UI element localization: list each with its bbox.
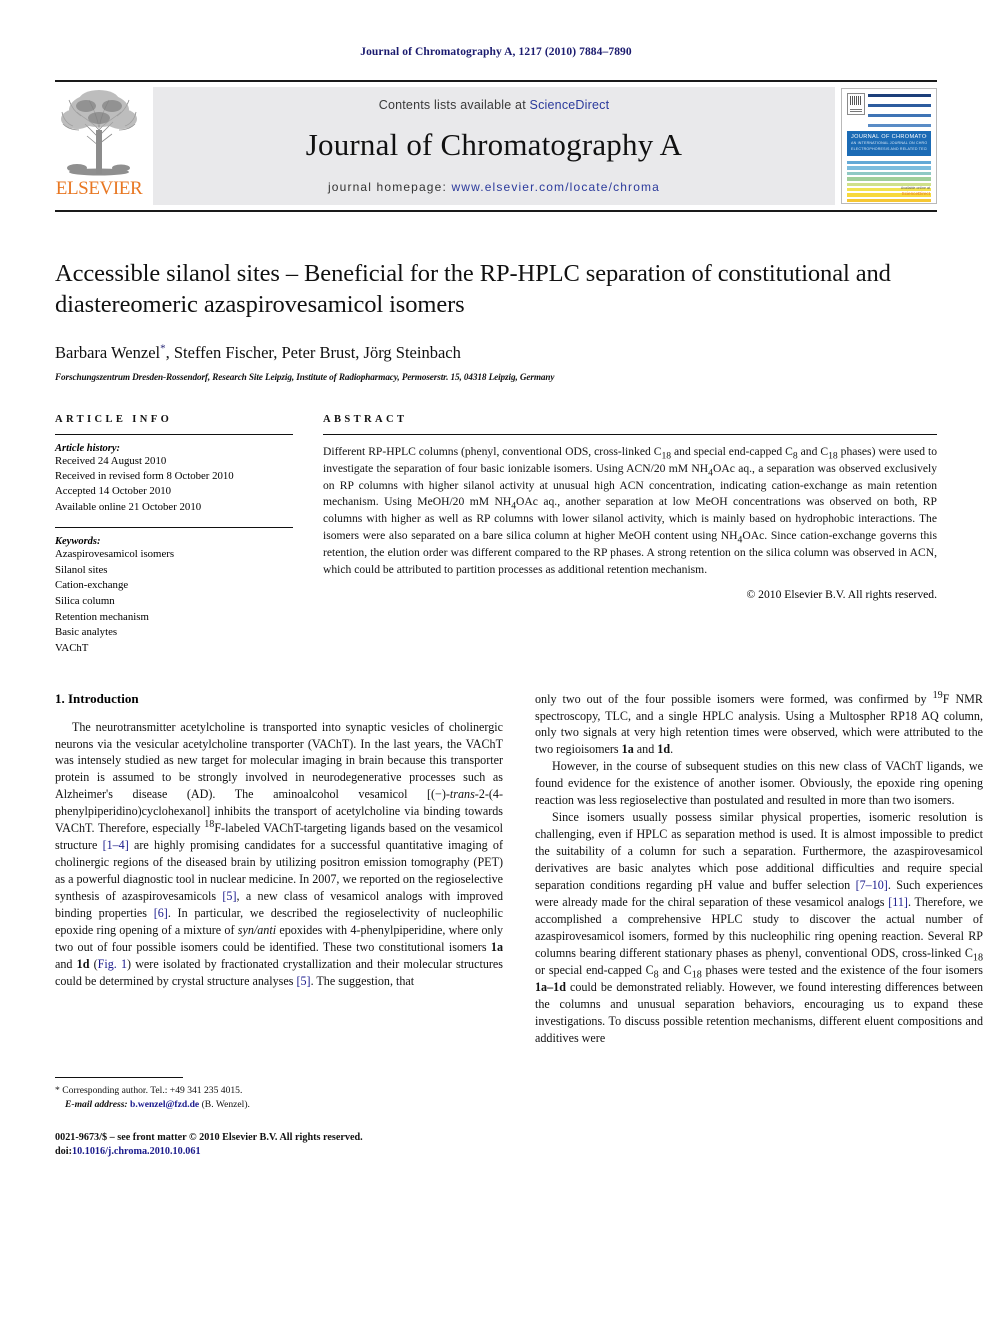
history-item: Available online 21 October 2010 xyxy=(55,500,202,513)
journal-cover-thumbnail: JOURNAL OF CHROMATOGRAPHY A AN INTERNATI… xyxy=(841,88,937,204)
divider xyxy=(55,527,293,529)
masthead-panel: Contents lists available at ScienceDirec… xyxy=(153,87,835,205)
citation-link[interactable]: [1–4] xyxy=(103,838,129,852)
citation-link[interactable]: [6] xyxy=(154,906,168,920)
history-item: Received 24 August 2010 xyxy=(55,454,167,467)
cover-band-sub2: ELECTROPHORESIS AND RELATED TECHNIQUES xyxy=(851,147,927,152)
citation-link[interactable]: [5] xyxy=(222,889,236,903)
doi-link[interactable]: 10.1016/j.chroma.2010.10.061 xyxy=(72,1146,201,1157)
paragraph: The neurotransmitter acetylcholine is tr… xyxy=(55,719,504,989)
citation-link[interactable]: [11] xyxy=(888,895,908,909)
history-item: Accepted 14 October 2010 xyxy=(55,485,172,498)
body-column-left: 1. Introduction The neurotransmitter ace… xyxy=(55,691,503,1161)
abstract-text: Different RP-HPLC columns (phenyl, conve… xyxy=(323,444,938,577)
email-link[interactable]: b.wenzel@fzd.de xyxy=(130,1099,199,1110)
citation-link[interactable]: [5] xyxy=(296,974,310,988)
cover-band-sub1: AN INTERNATIONAL JOURNAL ON CHROMATOGRAP… xyxy=(851,141,927,145)
corresponding-author-marker: * xyxy=(160,342,166,355)
article-info-column: ARTICLE INFO Article history: Received 2… xyxy=(55,414,293,657)
keyword-item: Cation-exchange xyxy=(55,579,129,592)
cover-top-bars xyxy=(868,93,931,127)
journal-masthead: ELSEVIER Contents lists available at Sci… xyxy=(55,80,937,212)
paper-page: Journal of Chromatography A, 1217 (2010)… xyxy=(0,0,992,1323)
email-suffix: (B. Wenzel). xyxy=(201,1099,250,1111)
sciencedirect-link[interactable]: ScienceDirect xyxy=(530,98,610,112)
journal-title: Journal of Chromatography A xyxy=(305,127,683,162)
figure-link[interactable]: Fig. 1 xyxy=(98,957,127,971)
doi-label: doi: xyxy=(55,1146,72,1158)
issn-copyright-block: 0021-9673/$ – see front matter © 2010 El… xyxy=(55,1131,503,1161)
abstract-column: ABSTRACT Different RP-HPLC columns (phen… xyxy=(323,414,937,657)
divider xyxy=(55,433,293,435)
keyword-item: Silica column xyxy=(55,594,115,607)
running-head: Journal of Chromatography A, 1217 (2010)… xyxy=(360,46,632,58)
page-title: Accessible silanol sites – Beneficial fo… xyxy=(55,260,891,319)
cover-band-title: JOURNAL OF CHROMATOGRAPHY A xyxy=(851,134,927,140)
journal-homepage-link[interactable]: www.elsevier.com/locate/chroma xyxy=(451,180,660,194)
keyword-item: Basic analytes xyxy=(55,626,118,639)
divider xyxy=(323,433,937,435)
issn-line: 0021-9673/$ – see front matter © 2010 El… xyxy=(55,1131,363,1143)
info-abstract-section: ARTICLE INFO Article history: Received 2… xyxy=(55,414,937,657)
affiliation: Forschungszentrum Dresden-Rossendorf, Re… xyxy=(55,371,555,382)
contents-prefix: Contents lists available at xyxy=(378,98,530,112)
contents-available-line: Contents lists available at ScienceDirec… xyxy=(379,98,610,112)
cover-title-band: JOURNAL OF CHROMATOGRAPHY A AN INTERNATI… xyxy=(847,131,931,156)
keywords-label: Keywords: xyxy=(55,536,101,548)
footnote-divider xyxy=(55,1076,183,1078)
citation-link[interactable]: [7–10] xyxy=(856,878,888,892)
elsevier-tree-icon xyxy=(61,90,137,176)
elsevier-logo: ELSEVIER xyxy=(55,82,143,210)
copyright-line: © 2010 Elsevier B.V. All rights reserved… xyxy=(746,588,937,602)
section-heading-introduction: 1. Introduction xyxy=(55,690,139,706)
cover-badge-icon xyxy=(847,93,865,115)
cover-foot-brand: ScienceDirect xyxy=(901,191,930,197)
history-item: Received in revised form 8 October 2010 xyxy=(55,470,234,483)
author-list: Barbara Wenzel*, Steffen Fischer, Peter … xyxy=(55,342,461,362)
paragraph: only two out of the four possible isomer… xyxy=(535,689,983,757)
abstract-heading: ABSTRACT xyxy=(323,413,408,425)
homepage-prefix: journal homepage: xyxy=(327,180,452,194)
title-block: Accessible silanol sites – Beneficial fo… xyxy=(55,258,937,382)
doi-line: doi:10.1016/j.chroma.2010.10.061 xyxy=(55,1145,503,1160)
corresponding-author-note: * Corresponding author. Tel.: +49 341 23… xyxy=(55,1084,243,1096)
paragraph: Since isomers usually possess similar ph… xyxy=(535,810,983,1046)
journal-homepage-line: journal homepage: www.elsevier.com/locat… xyxy=(328,180,660,194)
body-columns: 1. Introduction The neurotransmitter ace… xyxy=(55,690,983,1161)
elsevier-wordmark: ELSEVIER xyxy=(55,178,143,199)
keyword-item: VAChT xyxy=(55,641,89,654)
keyword-item: Azaspirovesamicol isomers xyxy=(55,548,175,561)
email-note: E-mail address: b.wenzel@fzd.de (B. Wenz… xyxy=(55,1098,503,1112)
body-column-right: only two out of the four possible isomer… xyxy=(535,689,983,1161)
cover-top-row xyxy=(847,93,931,127)
email-label: E-mail address: xyxy=(65,1099,128,1111)
cover-footer: Available online at ScienceDirect xyxy=(901,186,930,198)
keyword-item: Retention mechanism xyxy=(55,610,149,623)
article-history-label: Article history: xyxy=(55,442,121,454)
paragraph: However, in the course of subsequent stu… xyxy=(535,759,983,808)
footnote-area: * Corresponding author. Tel.: +49 341 23… xyxy=(55,1076,503,1161)
article-info-heading: ARTICLE INFO xyxy=(55,413,173,425)
keyword-item: Silanol sites xyxy=(55,563,108,576)
